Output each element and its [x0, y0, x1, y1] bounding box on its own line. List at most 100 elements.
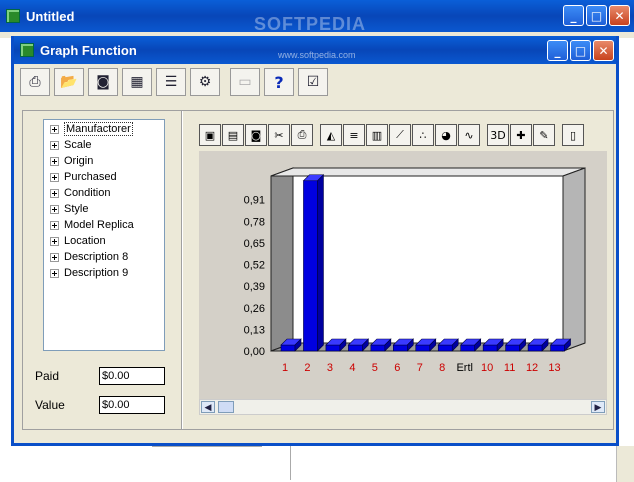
check-icon[interactable]: ☑: [298, 68, 328, 96]
expand-icon[interactable]: [50, 252, 59, 262]
expand-icon[interactable]: [50, 124, 59, 134]
chart-left-wall: [270, 167, 294, 352]
dialog-title: Graph Function: [40, 42, 137, 58]
maximize-button[interactable]: □: [586, 5, 607, 26]
chart-page-icon[interactable]: ▯: [562, 124, 584, 146]
tree-item-label: Model Replica: [64, 219, 134, 231]
tree-item[interactable]: Description 9: [44, 265, 164, 281]
scroll-thumb[interactable]: [218, 401, 234, 413]
paid-label: Paid: [35, 369, 60, 383]
tree-item[interactable]: Origin: [44, 153, 164, 169]
settings-icon[interactable]: ⚙: [190, 68, 220, 96]
minimize-button[interactable]: _: [563, 5, 584, 26]
list-icon[interactable]: ☰: [156, 68, 186, 96]
dialog-url: www.softpedia.com: [278, 50, 356, 60]
field-tree: Manufactorer Scale Origin Purchased Conditio…: [43, 119, 165, 351]
bar: [550, 344, 565, 352]
paid-input[interactable]: [99, 367, 165, 385]
x-tick-label: 4: [349, 362, 355, 374]
chart-save-icon[interactable]: ▣: [199, 124, 221, 146]
chart-scissors-icon[interactable]: ✂: [268, 124, 290, 146]
y-tick-label: 0,91: [244, 195, 265, 207]
chart-camera-icon[interactable]: ◙: [245, 124, 267, 146]
tree-item[interactable]: Location: [44, 233, 164, 249]
line-chart-icon[interactable]: ⟋: [389, 124, 411, 146]
dialog-title-bar: Graph Function www.softpedia.com _ □ ✕: [14, 36, 616, 64]
content-panel: Manufactorer Scale Origin Purchased Conditio…: [22, 110, 614, 430]
main-toolbar: ⎙ 📂 ◙ ▦ ☰ ⚙ ▭ ? ☑: [20, 68, 328, 98]
expand-icon[interactable]: [50, 268, 59, 278]
chart-print-icon[interactable]: ⎙: [291, 124, 313, 146]
app-icon: [6, 9, 20, 23]
x-tick-label: 12: [526, 362, 538, 374]
tree-item-label: Description 9: [64, 267, 129, 279]
tree-item[interactable]: Condition: [44, 185, 164, 201]
chart-plot-wall: [292, 167, 586, 344]
tree-item[interactable]: Purchased: [44, 169, 164, 185]
grid-icon[interactable]: ▦: [122, 68, 152, 96]
bar: [348, 344, 363, 352]
expand-icon[interactable]: [50, 236, 59, 246]
tree-item-label: Style: [64, 203, 89, 215]
panel-divider: [181, 111, 183, 429]
open-folder-icon[interactable]: 📂: [54, 68, 84, 96]
scatter-chart-icon[interactable]: ∴: [412, 124, 434, 146]
bar: [325, 344, 341, 352]
tree-item-label: Origin: [64, 155, 94, 167]
scroll-right-button[interactable]: ▶: [591, 401, 605, 413]
tree-item-label: Manufactorer: [64, 122, 133, 136]
y-tick-label: 0,65: [244, 238, 265, 250]
tree-item-label: Location: [64, 235, 106, 247]
dialog-close-button[interactable]: ✕: [593, 40, 614, 61]
3d-toggle-icon[interactable]: 3D: [487, 124, 509, 146]
scroll-left-button[interactable]: ◀: [201, 401, 215, 413]
area-chart-icon[interactable]: ◭: [320, 124, 342, 146]
graph-function-dialog: Graph Function www.softpedia.com _ □ ✕ ⎙…: [11, 36, 619, 446]
tree-item[interactable]: Model Replica: [44, 217, 164, 233]
tree-item-label: Condition: [64, 187, 111, 199]
x-tick-label: 8: [439, 362, 445, 374]
expand-icon[interactable]: [50, 188, 59, 198]
background-scrollbar[interactable]: [616, 446, 634, 482]
x-tick-label: 6: [394, 362, 400, 374]
value-label: Value: [35, 398, 65, 412]
expand-icon[interactable]: [50, 220, 59, 230]
bar-chart-icon[interactable]: ▥: [366, 124, 388, 146]
expand-icon[interactable]: [50, 156, 59, 166]
camera-icon[interactable]: ◙: [88, 68, 118, 96]
bar: [280, 344, 296, 352]
x-tick-label: 1: [282, 362, 288, 374]
chart-export-icon[interactable]: ▤: [222, 124, 244, 146]
bar-side: [317, 174, 324, 352]
tree-item[interactable]: Scale: [44, 137, 164, 153]
legend-icon[interactable]: ✚: [510, 124, 532, 146]
hbar-chart-icon[interactable]: ≡: [343, 124, 365, 146]
dialog-app-icon: [20, 43, 34, 57]
chart-toolbar: ▣ ▤ ◙ ✂ ⎙ ◭ ≡ ▥ ⟋ ∴ ◕ ∿ 3D ✚ ✎ ▯: [199, 121, 607, 149]
dialog-minimize-button[interactable]: _: [547, 40, 568, 61]
close-button[interactable]: ✕: [609, 5, 630, 26]
y-tick-label: 0,78: [244, 216, 265, 228]
y-tick-label: 0,26: [244, 303, 265, 315]
printer-icon[interactable]: ⎙: [20, 68, 50, 96]
tree-item[interactable]: Style: [44, 201, 164, 217]
x-tick-label: 3: [327, 362, 333, 374]
save-icon[interactable]: ▭: [230, 68, 260, 96]
bar: [482, 344, 498, 352]
expand-icon[interactable]: [50, 204, 59, 214]
tree-item[interactable]: Description 8: [44, 249, 164, 265]
chart-horizontal-scrollbar[interactable]: ◀ ▶: [199, 399, 607, 415]
value-row: Value: [35, 396, 165, 414]
help-icon[interactable]: ?: [264, 68, 294, 96]
curve-chart-icon[interactable]: ∿: [458, 124, 480, 146]
expand-icon[interactable]: [50, 140, 59, 150]
pie-chart-icon[interactable]: ◕: [435, 124, 457, 146]
dialog-maximize-button[interactable]: □: [570, 40, 591, 61]
value-input[interactable]: [99, 396, 165, 414]
tree-item-label: Purchased: [64, 171, 117, 183]
chart-properties-icon[interactable]: ✎: [533, 124, 555, 146]
x-tick-label: 13: [548, 362, 560, 374]
expand-icon[interactable]: [50, 172, 59, 182]
outer-title-bar: Untitled SOFTPEDIA _ □ ✕: [0, 0, 634, 34]
tree-item[interactable]: Manufactorer: [44, 121, 164, 137]
